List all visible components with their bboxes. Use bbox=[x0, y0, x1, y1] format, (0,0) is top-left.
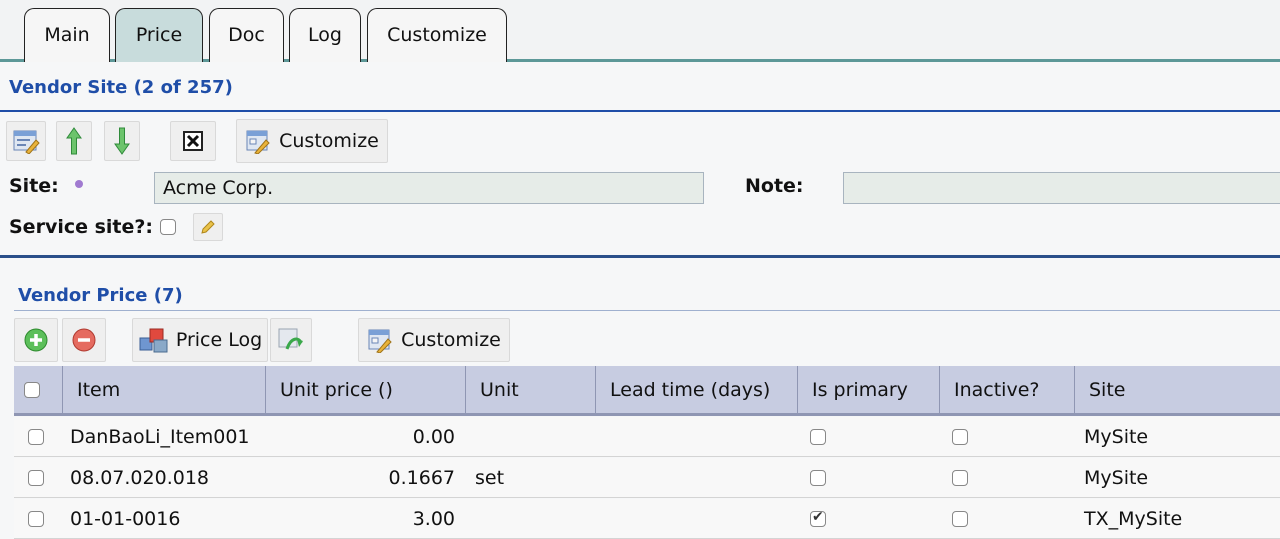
move-down-button[interactable] bbox=[104, 121, 140, 161]
minus-circle-icon bbox=[72, 328, 96, 352]
row-select-cell bbox=[28, 417, 44, 457]
arrow-down-icon bbox=[114, 127, 130, 155]
row-select-cell bbox=[28, 458, 44, 498]
unit-price-cell: 3.00 bbox=[412, 508, 455, 530]
inactive-checkbox[interactable] bbox=[952, 511, 968, 527]
is-primary-cell bbox=[810, 417, 826, 457]
customize-icon bbox=[368, 329, 392, 353]
tab-main[interactable]: Main bbox=[24, 8, 110, 62]
tab-price[interactable]: Price bbox=[115, 8, 203, 62]
close-box-icon bbox=[183, 131, 203, 151]
tab-price-label: Price bbox=[135, 23, 183, 46]
vendor-site-bottom-rule bbox=[0, 255, 1280, 258]
row-select-cell bbox=[28, 499, 44, 539]
inactive-cell bbox=[952, 458, 968, 498]
tab-main-label: Main bbox=[44, 23, 90, 46]
price-log-button[interactable]: Price Log bbox=[132, 318, 268, 362]
customize-icon bbox=[246, 130, 270, 154]
vendor-price-title: Vendor Price (7) bbox=[18, 285, 183, 306]
inactive-checkbox[interactable] bbox=[952, 470, 968, 486]
site-cell: TX_MySite bbox=[1084, 508, 1183, 530]
inactive-cell bbox=[952, 417, 968, 457]
note-field[interactable] bbox=[843, 172, 1280, 204]
remove-price-button[interactable] bbox=[62, 318, 106, 362]
site-cell: MySite bbox=[1084, 467, 1149, 489]
tab-customize[interactable]: Customize bbox=[367, 8, 507, 62]
tab-doc[interactable]: Doc bbox=[209, 8, 284, 62]
tab-customize-label: Customize bbox=[387, 23, 487, 46]
site-field[interactable]: Acme Corp. bbox=[154, 172, 704, 204]
is-primary-checkbox[interactable] bbox=[810, 470, 826, 486]
col-unit[interactable]: Unit bbox=[465, 366, 595, 413]
unit-cell: set bbox=[475, 467, 505, 489]
row-checkbox[interactable] bbox=[28, 429, 44, 445]
site-customize-label: Customize bbox=[279, 130, 379, 152]
table-row[interactable]: 08.07.020.018 0.1667 set MySite bbox=[14, 458, 1280, 498]
select-all-checkbox[interactable] bbox=[24, 381, 40, 398]
edit-form-icon bbox=[13, 130, 40, 154]
is-primary-checkbox[interactable] bbox=[810, 429, 826, 445]
service-site-edit-button[interactable] bbox=[193, 213, 223, 241]
is-primary-cell bbox=[810, 499, 826, 539]
table-row[interactable]: DanBaoLi_Item001 0.00 MySite bbox=[14, 417, 1280, 457]
refresh-price-button[interactable] bbox=[270, 318, 312, 362]
col-item[interactable]: Item bbox=[62, 366, 265, 413]
site-customize-button[interactable]: Customize bbox=[236, 119, 388, 163]
vendor-site-rule bbox=[0, 110, 1280, 112]
inactive-checkbox[interactable] bbox=[952, 429, 968, 445]
select-all-cell bbox=[14, 366, 62, 413]
item-cell: DanBaoLi_Item001 bbox=[70, 426, 250, 448]
col-lead-time[interactable]: Lead time (days) bbox=[595, 366, 797, 413]
site-label: Site: bbox=[9, 175, 59, 197]
refresh-grid-icon bbox=[278, 328, 303, 350]
table-row[interactable]: 01-01-0016 3.00 TX_MySite bbox=[14, 499, 1280, 539]
move-up-button[interactable] bbox=[56, 121, 92, 161]
col-is-primary[interactable]: Is primary bbox=[797, 366, 939, 413]
is-primary-cell bbox=[810, 458, 826, 498]
inactive-cell bbox=[952, 499, 968, 539]
site-cell: MySite bbox=[1084, 426, 1149, 448]
tab-doc-label: Doc bbox=[228, 23, 265, 46]
required-dot-icon bbox=[75, 180, 83, 188]
price-customize-label: Customize bbox=[401, 329, 501, 351]
is-primary-checkbox[interactable] bbox=[810, 509, 826, 527]
note-label: Note: bbox=[745, 175, 804, 197]
vendor-price-rule bbox=[14, 310, 1280, 311]
unit-price-cell: 0.00 bbox=[412, 426, 455, 448]
boxes-icon bbox=[139, 328, 168, 353]
row-checkbox[interactable] bbox=[28, 470, 44, 486]
pencil-icon bbox=[201, 220, 215, 234]
row-checkbox[interactable] bbox=[28, 511, 44, 527]
edit-button[interactable] bbox=[6, 121, 46, 161]
add-price-button[interactable] bbox=[14, 318, 58, 362]
item-cell: 08.07.020.018 bbox=[70, 467, 210, 489]
tab-bar: Main Price Doc Log Customize bbox=[0, 0, 1280, 62]
col-unit-price[interactable]: Unit price () bbox=[265, 366, 465, 413]
delete-button[interactable] bbox=[170, 121, 216, 161]
plus-circle-icon bbox=[24, 328, 48, 352]
tab-log-label: Log bbox=[308, 23, 342, 46]
item-cell: 01-01-0016 bbox=[70, 508, 181, 530]
service-site-label: Service site?: bbox=[9, 216, 154, 238]
unit-price-cell: 0.1667 bbox=[388, 467, 455, 489]
price-log-label: Price Log bbox=[175, 329, 263, 351]
tab-log[interactable]: Log bbox=[289, 8, 361, 62]
service-site-checkbox[interactable] bbox=[160, 219, 176, 235]
col-inactive[interactable]: Inactive? bbox=[939, 366, 1074, 413]
price-customize-button[interactable]: Customize bbox=[358, 318, 510, 362]
vendor-site-title: Vendor Site (2 of 257) bbox=[9, 77, 233, 98]
arrow-up-icon bbox=[66, 127, 82, 155]
col-site[interactable]: Site bbox=[1074, 366, 1280, 413]
grid-header: Item Unit price () Unit Lead time (days)… bbox=[14, 366, 1280, 416]
